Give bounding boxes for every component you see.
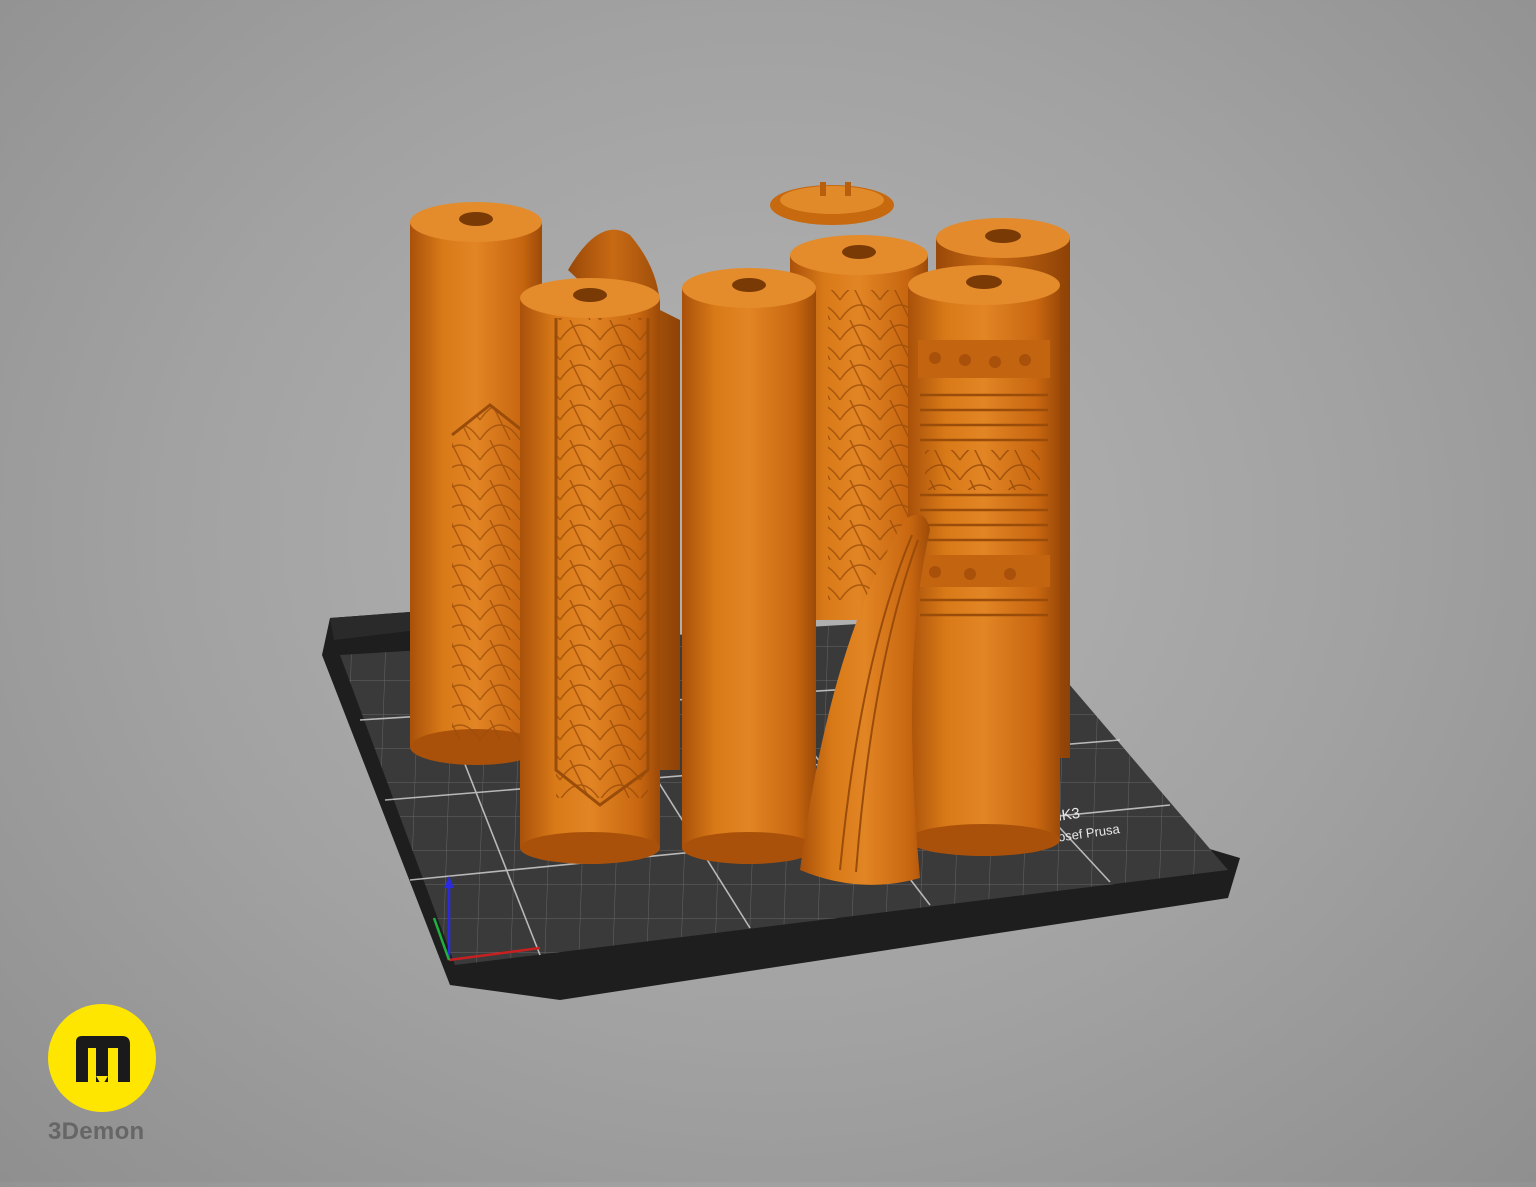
brand-logo [48, 1004, 156, 1112]
plain-cylinder-center[interactable] [682, 268, 816, 864]
scene-canvas[interactable]: MK3 by Josef Prusa [0, 0, 1536, 1182]
brand-watermark: 3Demon [40, 1000, 170, 1160]
brand-name: 3Demon [48, 1118, 145, 1145]
ringed-cylinder-right[interactable] [908, 265, 1060, 856]
3d-viewport[interactable]: MK3 by Josef Prusa [0, 0, 1536, 1182]
cap-disc[interactable] [770, 182, 894, 225]
patterned-cylinder[interactable] [520, 278, 660, 864]
